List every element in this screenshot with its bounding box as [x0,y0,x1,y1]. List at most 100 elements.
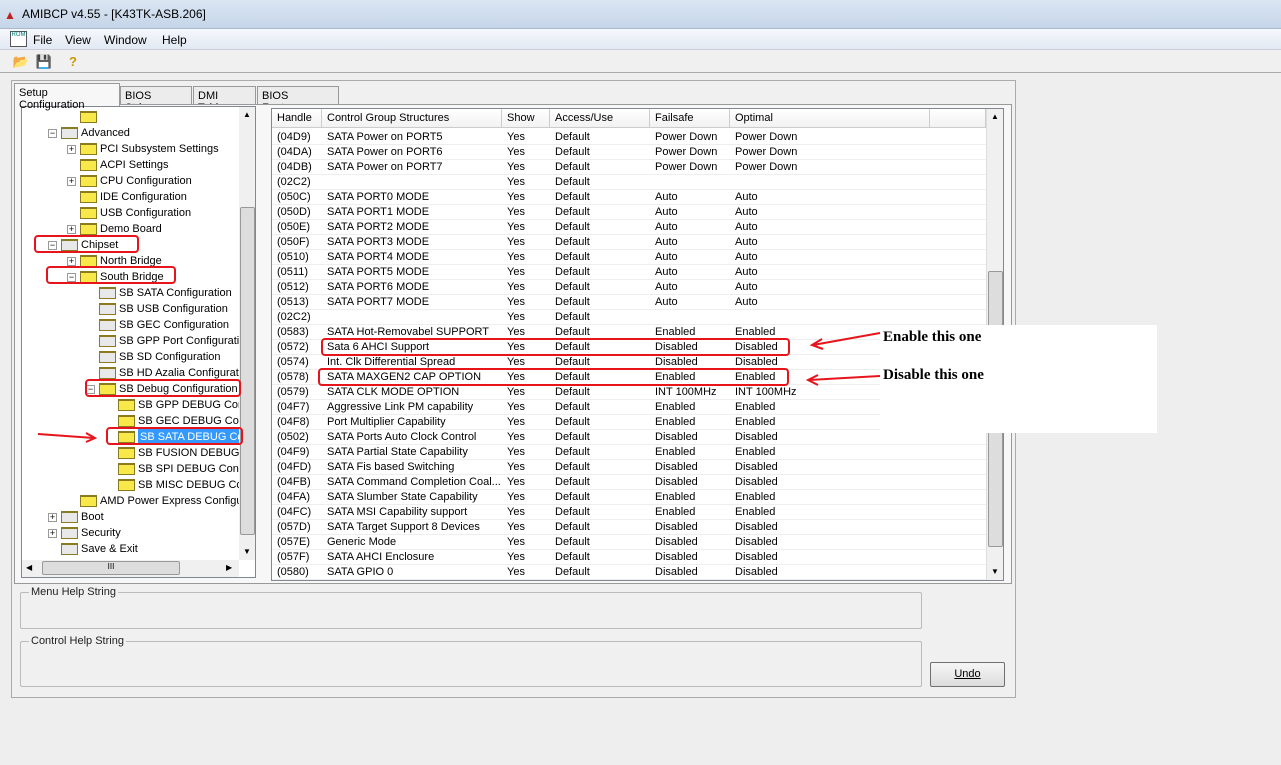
table-cell: SATA Target Support 8 Devices [327,521,480,533]
expand-icon[interactable]: + [67,225,76,234]
expand-icon[interactable]: + [67,257,76,266]
menu-view[interactable]: View [65,33,91,47]
table-cell: Auto [735,251,758,263]
tree-item[interactable]: SB FUSION DEBUG C [22,445,250,461]
tree-item[interactable]: − Advanced [22,125,239,141]
tree-item[interactable]: + CPU Configuration [22,173,239,189]
table-cell: Disabled [655,476,698,488]
table-row[interactable]: (04DB) SATA Power on PORT7 Yes Default Power… [272,160,987,175]
column-header[interactable]: Control Group Structures [322,109,502,128]
table-cell: Enabled [655,506,696,518]
table-row[interactable]: (04FA) SATA Slumber State Capability Yes De… [272,490,987,505]
folder-icon [61,511,78,523]
column-header[interactable]: Failsafe [650,109,730,128]
tree-vertical-scrollbar[interactable]: ▲ ▼ [239,107,255,560]
folder-icon [80,495,97,507]
table-row[interactable]: (0510) SATA PORT4 MODE Yes Default Auto Auto [272,250,987,265]
table-row[interactable]: (0512) SATA PORT6 MODE Yes Default Auto Auto [272,280,987,295]
scroll-up-icon[interactable]: ▲ [991,112,999,121]
table-row[interactable]: (04FC) SATA MSI Capability support Yes Defa… [272,505,987,520]
table-row[interactable]: (0580) SATA GPIO 0 Yes Default Disabled Disab… [272,565,987,580]
column-header[interactable]: Access/Use [550,109,650,128]
table-row[interactable]: (04F9) SATA Partial State Capability Yes De… [272,445,987,460]
open-folder-icon[interactable]: 📂 [12,53,30,71]
tab-dmi-tables[interactable]: DMI Tables [193,86,256,114]
table-cell: Port Multiplier Capability [327,416,446,428]
table-cell: Disabled [655,551,698,563]
table-row[interactable]: (04D9) SATA Power on PORT5 Yes Default Power… [272,130,987,145]
scroll-right-icon[interactable]: ▶ [226,563,232,572]
table-cell: (0511) [277,266,308,278]
folder-icon [61,527,78,539]
tree-item[interactable]: SB GPP Port Configuratio [22,333,245,349]
scroll-down-icon[interactable]: ▼ [991,567,999,576]
table-row[interactable]: (0511) SATA PORT5 MODE Yes Default Auto Auto [272,265,987,280]
tree-item[interactable]: + Boot [22,509,239,525]
tree-item[interactable] [22,109,239,125]
tree-item[interactable]: SB GEC Configuration [22,317,239,333]
column-header[interactable]: Optimal [730,109,930,128]
column-header[interactable]: Show [502,109,550,128]
menu-file[interactable]: File [33,33,52,47]
table-row[interactable]: (050D) SATA PORT1 MODE Yes Default Auto Auto [272,205,987,220]
tab-setup-configuration[interactable]: Setup Configuration [14,83,120,111]
tree-hscroll-thumb[interactable]: III [42,561,180,575]
table-row[interactable]: (050C) SATA PORT0 MODE Yes Default Auto Auto [272,190,987,205]
table-cell: SATA MSI Capability support [327,506,468,518]
table-row[interactable]: (057F) SATA AHCI Enclosure Yes Default Disab… [272,550,987,565]
tree-item[interactable]: + PCI Subsystem Settings [22,141,239,157]
tree-horizontal-scrollbar[interactable]: ◀ III ▶ [22,560,239,577]
table-row[interactable]: (0513) SATA PORT7 MODE Yes Default Auto Auto [272,295,987,310]
help-icon[interactable]: ? [64,53,82,71]
tree-item[interactable]: SB MISC DEBUG Con [22,477,249,493]
save-icon[interactable]: 💾 [35,53,53,71]
table-cell: Yes [507,356,525,368]
collapse-icon[interactable]: − [48,129,57,138]
menu-window[interactable]: Window [104,33,147,47]
tree-item[interactable]: SB SATA Configuration [22,285,239,301]
expand-icon[interactable]: + [67,145,76,154]
table-row[interactable]: (04FD) SATA Fis based Switching Yes Default… [272,460,987,475]
tab-bios-features[interactable]: BIOS Features [257,86,339,114]
expand-icon[interactable]: + [67,177,76,186]
expand-icon[interactable]: + [48,513,57,522]
table-cell: Auto [735,266,758,278]
table-row[interactable]: (02C2) Yes Default [272,310,987,325]
expand-icon[interactable]: + [48,529,57,538]
tree-item[interactable]: SB SPI DEBUG Config [22,461,251,477]
table-cell: Yes [507,191,525,203]
tree-item[interactable]: SB SD Configuration [22,349,239,365]
table-row[interactable]: (050F) SATA PORT3 MODE Yes Default Auto Auto [272,235,987,250]
table-row[interactable]: (02C2) Yes Default [272,175,987,190]
annotation-panel: Enable this one Disable this one [880,325,1157,433]
table-row[interactable]: (04FB) SATA Command Completion Coal... Yes… [272,475,987,490]
undo-button[interactable]: Undo [930,662,1005,687]
table-cell: Default [555,266,590,278]
table-cell: Default [555,221,590,233]
setup-tree[interactable]: Save & Exit + Security + Boot AMD Power Expre… [21,106,256,578]
tree-item[interactable]: ACPI Settings [22,157,239,173]
tree-item[interactable]: USB Configuration [22,205,239,221]
table-row[interactable]: (057E) Generic Mode Yes Default Disabled Disa… [272,535,987,550]
table-cell: Yes [507,206,525,218]
scroll-left-icon[interactable]: ◀ [26,563,32,572]
tree-item[interactable]: AMD Power Express Configu [22,493,242,509]
tree-scroll-thumb[interactable] [240,207,255,535]
tree-item[interactable]: SB GPP DEBUG Conf [22,397,247,413]
column-header[interactable]: Handle [272,109,322,128]
table-row[interactable]: (04DA) SATA Power on PORT6 Yes Default Power… [272,145,987,160]
scroll-down-icon[interactable]: ▼ [243,547,251,556]
tree-item[interactable]: + Security [22,525,239,541]
tree-item[interactable]: Save & Exit [22,541,239,557]
table-row[interactable]: (050E) SATA PORT2 MODE Yes Default Auto Auto [272,220,987,235]
highlight-sb-sata-debug [106,427,243,445]
table-row[interactable]: (057D) SATA Target Support 8 Devices Yes De… [272,520,987,535]
table-cell: Enabled [655,491,696,503]
menu-help[interactable]: Help [162,33,187,47]
tab-bios-strings[interactable]: BIOS Strings [120,86,192,114]
tree-item[interactable]: IDE Configuration [22,189,239,205]
tree-item-label: SB FUSION DEBUG C [138,447,251,459]
table-cell: (0574) [277,356,309,368]
scroll-up-icon[interactable]: ▲ [243,110,251,119]
tree-item[interactable]: SB USB Configuration [22,301,239,317]
